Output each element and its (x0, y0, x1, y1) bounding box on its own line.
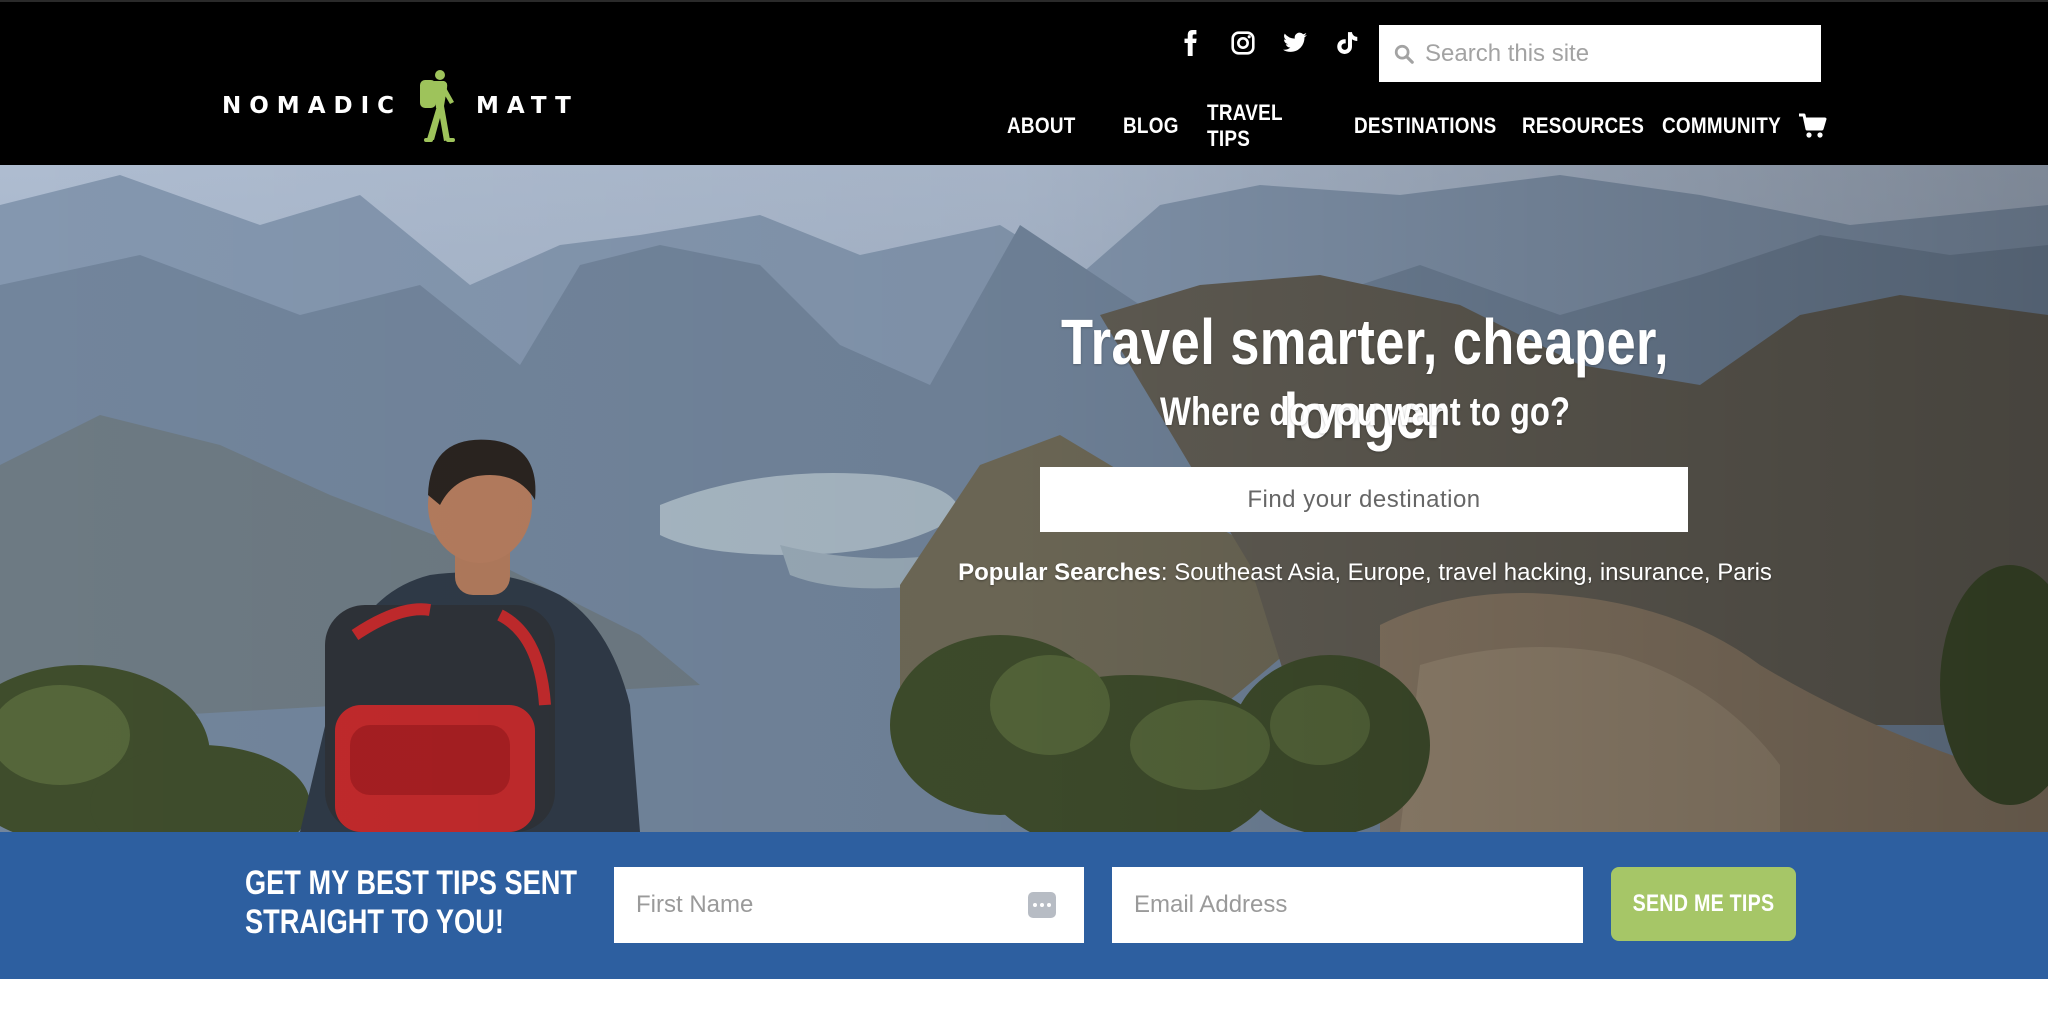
nav-travel-tips[interactable]: TRAVEL TIPS (1207, 100, 1318, 152)
popular-search-link[interactable]: insurance (1600, 559, 1704, 586)
instagram-icon[interactable] (1230, 30, 1256, 56)
nav-resources[interactable]: RESOURCES (1522, 113, 1644, 139)
signup-heading-line2: STRAIGHT TO YOU! (245, 903, 504, 941)
signup-heading-line1: GET MY BEST TIPS SENT (245, 864, 577, 902)
logo-text-right: MATT (476, 93, 579, 119)
nav-destinations[interactable]: DESTINATIONS (1354, 113, 1497, 139)
backpacker-logo-icon (420, 70, 456, 142)
first-name-field[interactable] (614, 867, 1084, 943)
facebook-icon[interactable] (1178, 30, 1204, 56)
main-nav: ABOUT BLOG TRAVEL TIPS DESTINATIONS RESO… (989, 100, 1828, 152)
nav-community[interactable]: COMMUNITY (1662, 113, 1781, 139)
tiktok-icon[interactable] (1334, 30, 1360, 56)
popular-search-link[interactable]: Paris (1717, 559, 1772, 586)
site-search-input[interactable] (1425, 39, 1805, 68)
popular-searches: Popular Searches: Southeast Asia, Europe… (958, 559, 1772, 586)
first-name-input[interactable] (636, 891, 996, 919)
social-links (1178, 30, 1360, 56)
send-me-tips-label: SEND ME TIPS (1632, 890, 1775, 917)
cart-icon[interactable] (1798, 112, 1828, 140)
site-header: NOMADIC MATT ABOUT BLOG TRAVEL TIPS DEST… (0, 0, 2048, 165)
site-search[interactable] (1379, 25, 1821, 82)
popular-search-link[interactable]: Southeast Asia (1174, 559, 1334, 586)
popular-search-link[interactable]: Europe (1348, 559, 1425, 586)
nav-blog[interactable]: BLOG (1123, 113, 1179, 139)
email-field[interactable] (1112, 867, 1583, 943)
hero-section: Travel smarter, cheaper, longer Where do… (0, 165, 2048, 832)
popular-search-link[interactable]: travel hacking (1438, 559, 1586, 586)
destination-search-input[interactable] (1040, 467, 1688, 532)
twitter-icon[interactable] (1282, 30, 1308, 56)
newsletter-signup-bar: GET MY BEST TIPS SENT STRAIGHT TO YOU! S… (0, 832, 2048, 979)
email-input[interactable] (1134, 891, 1494, 919)
logo-text-left: NOMADIC (222, 93, 403, 119)
nav-about[interactable]: ABOUT (1007, 113, 1076, 139)
site-logo[interactable]: NOMADIC MATT (222, 68, 579, 144)
popular-searches-label: Popular Searches (958, 559, 1161, 586)
send-me-tips-button[interactable]: SEND ME TIPS (1611, 867, 1796, 941)
hero-subtitle: Where do you want to go? (1160, 390, 1570, 434)
autofill-dots-icon[interactable] (1028, 892, 1056, 918)
search-icon (1394, 44, 1414, 64)
signup-heading: GET MY BEST TIPS SENT STRAIGHT TO YOU! (245, 864, 581, 942)
mountain-landscape-image (0, 165, 2048, 832)
